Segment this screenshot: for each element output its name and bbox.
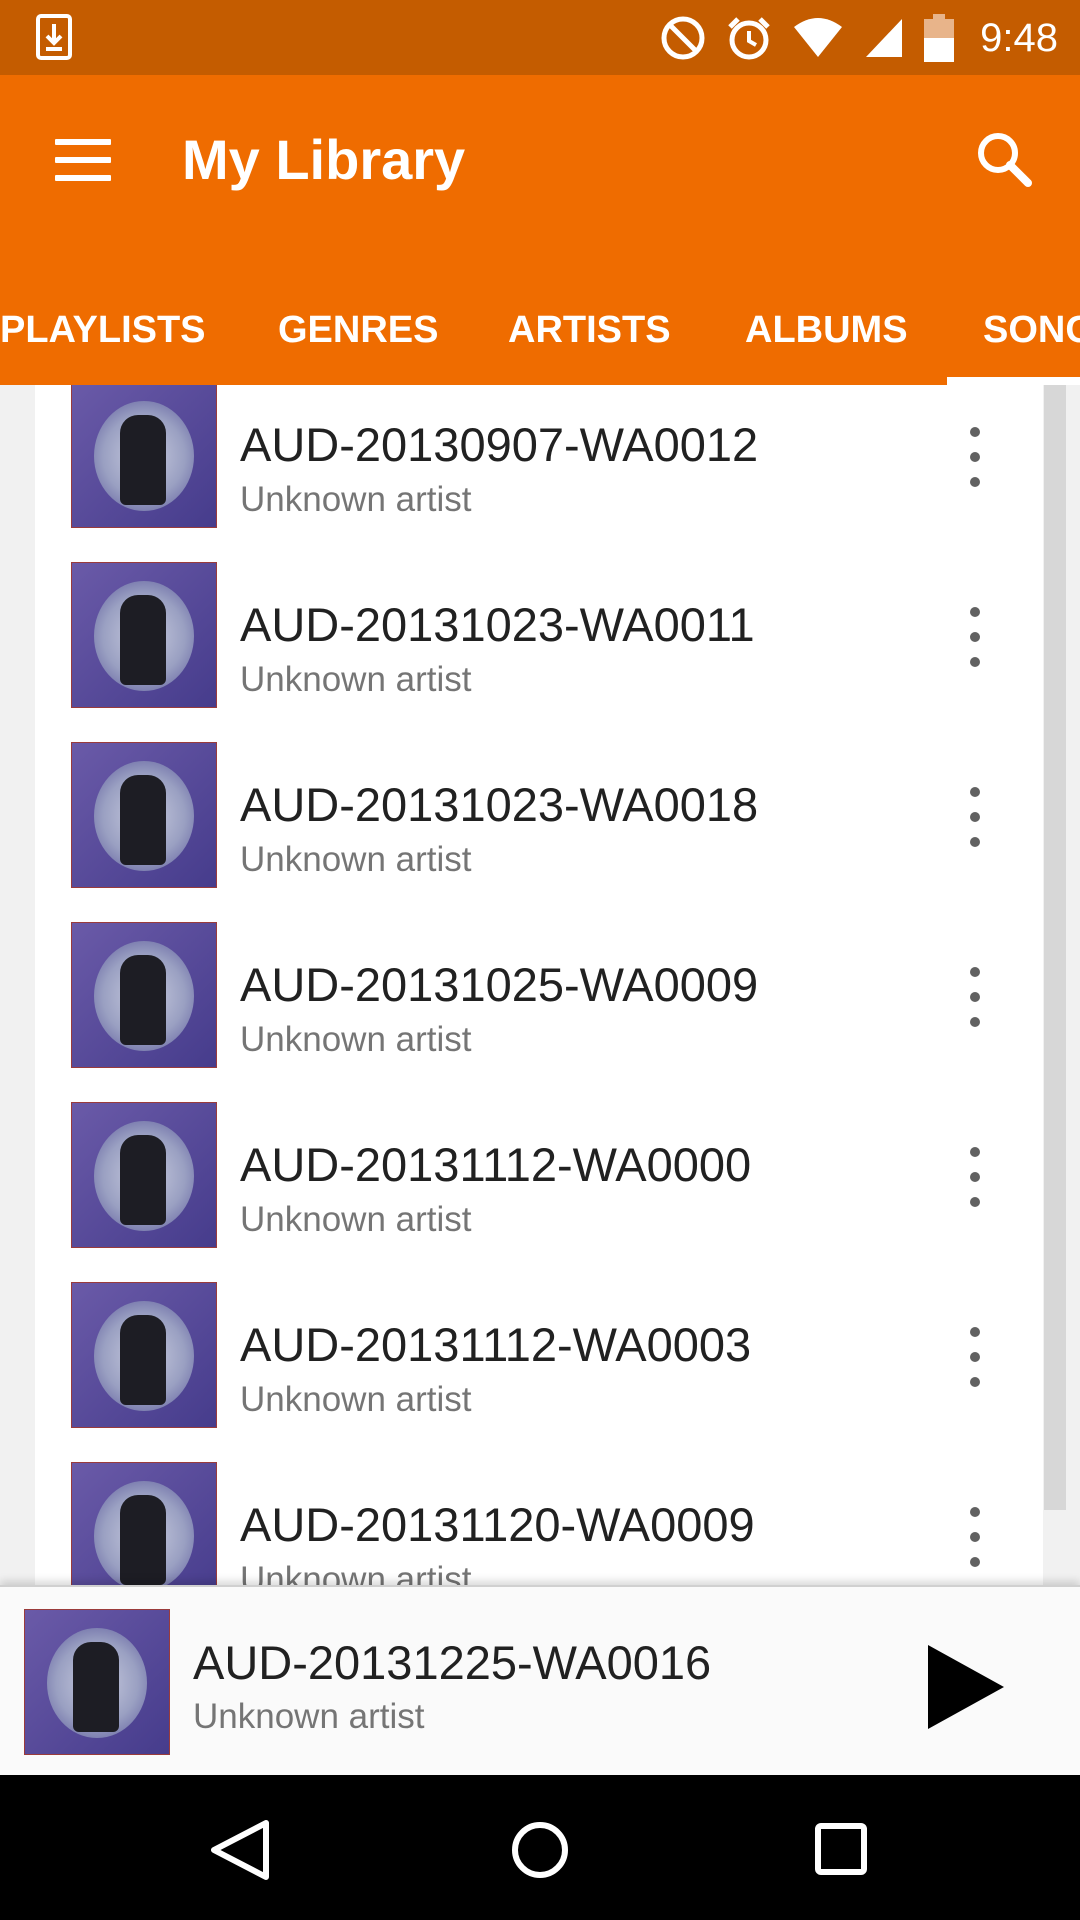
alarm-icon (728, 17, 770, 60)
more-options-icon[interactable] (955, 427, 995, 487)
album-art (71, 1282, 217, 1428)
song-title: AUD-20131120-WA0009 (240, 1498, 755, 1551)
album-art (71, 562, 217, 708)
list-item[interactable]: AUD-20131112-WA0003 Unknown artist (35, 1265, 1043, 1445)
list-item[interactable]: AUD-20131023-WA0018 Unknown artist (35, 725, 1043, 905)
now-playing-artist: Unknown artist (193, 1697, 425, 1736)
song-list: AUD-20130907-WA0012 Unknown artist AUD-2… (35, 385, 1043, 1585)
list-item[interactable]: AUD-20131025-WA0009 Unknown artist (35, 905, 1043, 1085)
song-title: AUD-20130907-WA0012 (240, 418, 759, 471)
tab-playlists[interactable]: PLAYLISTS (0, 275, 206, 385)
now-playing-bar[interactable]: AUD-20131225-WA0016 Unknown artist (0, 1585, 1080, 1777)
wifi-icon (794, 18, 843, 57)
scrollbar-thumb[interactable] (1044, 385, 1066, 1510)
tab-bar: PLAYLISTS GENRES ARTISTS ALBUMS SONGS (0, 275, 1080, 385)
page-title: My Library (182, 128, 466, 191)
song-artist: Unknown artist (240, 1020, 472, 1059)
navigation-bar (0, 1775, 1080, 1920)
list-item[interactable]: AUD-20130907-WA0012 Unknown artist (35, 385, 1043, 545)
album-art (71, 1102, 217, 1248)
song-artist: Unknown artist (240, 660, 472, 699)
song-title: AUD-20131025-WA0009 (240, 958, 759, 1011)
list-item[interactable]: AUD-20131112-WA0000 Unknown artist (35, 1085, 1043, 1265)
now-playing-album-art (24, 1609, 170, 1755)
menu-icon[interactable] (50, 135, 116, 185)
tab-indicator (947, 377, 1080, 385)
search-icon[interactable] (970, 125, 1040, 195)
tab-artists[interactable]: ARTISTS (508, 275, 671, 385)
song-title: AUD-20131023-WA0011 (240, 598, 755, 651)
more-options-icon[interactable] (955, 967, 995, 1027)
recents-icon[interactable] (800, 1815, 880, 1885)
song-artist: Unknown artist (240, 1560, 472, 1585)
app-bar: My Library PLAYLISTS GENRES ARTISTS ALBU… (0, 75, 1080, 385)
more-options-icon[interactable] (955, 1147, 995, 1207)
battery-icon (924, 14, 955, 62)
tab-genres[interactable]: GENRES (278, 275, 438, 385)
album-art (71, 385, 217, 528)
tab-albums[interactable]: ALBUMS (745, 275, 908, 385)
play-icon[interactable] (912, 1637, 1012, 1737)
more-options-icon[interactable] (955, 787, 995, 847)
list-item[interactable]: AUD-20131023-WA0011 Unknown artist (35, 545, 1043, 725)
song-artist: Unknown artist (240, 1200, 472, 1239)
song-title: AUD-20131112-WA0003 (240, 1318, 752, 1371)
home-icon[interactable] (500, 1815, 580, 1885)
album-art (71, 922, 217, 1068)
more-options-icon[interactable] (955, 607, 995, 667)
song-title: AUD-20131112-WA0000 (240, 1138, 752, 1191)
now-playing-title: AUD-20131225-WA0016 (193, 1636, 712, 1689)
download-icon (36, 14, 72, 60)
song-artist: Unknown artist (240, 480, 472, 519)
song-artist: Unknown artist (240, 840, 472, 879)
more-options-icon[interactable] (955, 1327, 995, 1387)
more-options-icon[interactable] (955, 1507, 995, 1567)
signal-icon (866, 19, 903, 57)
scrollbar[interactable] (1044, 385, 1066, 1510)
song-title: AUD-20131023-WA0018 (240, 778, 759, 831)
do-not-disturb-icon (661, 16, 705, 60)
status-bar: 9:48 (0, 0, 1080, 75)
album-art (71, 1462, 217, 1585)
song-artist: Unknown artist (240, 1380, 472, 1419)
album-art (71, 742, 217, 888)
list-item[interactable]: AUD-20131120-WA0009 Unknown artist (35, 1445, 1043, 1585)
status-time: 9:48 (980, 15, 1058, 60)
tab-songs[interactable]: SONGS (983, 275, 1080, 385)
back-icon[interactable] (200, 1815, 280, 1885)
